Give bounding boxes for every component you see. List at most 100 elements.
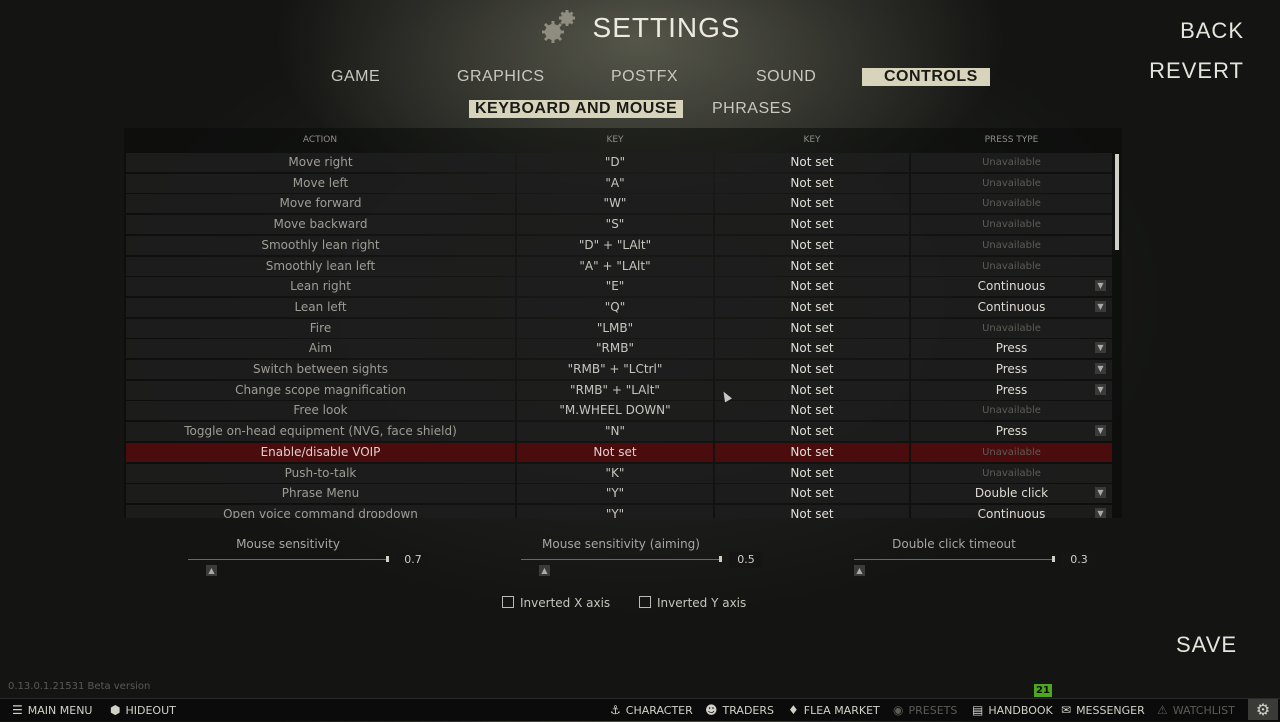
- aiming-sensitivity-slider[interactable]: Mouse sensitivity (aiming) 0.5 ▲: [521, 537, 781, 577]
- chevron-down-icon[interactable]: ▼: [1095, 280, 1106, 292]
- alt-key-cell[interactable]: Not set: [715, 380, 909, 400]
- key-cell[interactable]: "A" + "LAlt": [517, 256, 713, 276]
- chevron-down-icon[interactable]: ▼: [1095, 342, 1106, 354]
- watchlist-button[interactable]: ⚠ WATCHLIST: [1157, 699, 1235, 721]
- alt-key-cell[interactable]: Not set: [715, 297, 909, 317]
- alt-key-cell[interactable]: Not set: [715, 339, 909, 359]
- slider-track[interactable]: [854, 559, 1054, 560]
- inverted-y-checkbox[interactable]: Inverted Y axis: [639, 596, 746, 610]
- key-cell[interactable]: "W": [517, 194, 713, 214]
- table-row[interactable]: Smoothly lean left "A" + "LAlt" Not set Una…: [126, 256, 1112, 276]
- back-button[interactable]: BACK: [1180, 18, 1244, 44]
- alt-key-cell[interactable]: Not set: [715, 484, 909, 504]
- chevron-down-icon[interactable]: ▼: [1095, 363, 1106, 374]
- alt-key-cell[interactable]: Not set: [715, 442, 909, 462]
- press-type-cell[interactable]: Press ▼: [911, 339, 1112, 359]
- table-row[interactable]: Fire "LMB" Not set Unavailable: [126, 318, 1112, 338]
- table-row[interactable]: Smoothly lean right "D" + "LAlt" Not set Un…: [126, 235, 1112, 255]
- key-cell[interactable]: Not set: [517, 442, 713, 462]
- alt-key-cell[interactable]: Not set: [715, 504, 909, 518]
- press-type-cell[interactable]: Continuous ▼: [911, 504, 1112, 518]
- slider-value[interactable]: 0.7: [396, 552, 430, 568]
- tab-controls[interactable]: CONTROLS: [862, 68, 990, 86]
- main-menu-button[interactable]: ☰ MAIN MENU: [12, 699, 92, 721]
- stepper-up-icon[interactable]: ▲: [854, 565, 865, 576]
- slider-track[interactable]: [188, 559, 388, 560]
- key-cell[interactable]: "M.WHEEL DOWN": [517, 401, 713, 421]
- inverted-x-checkbox[interactable]: Inverted X axis: [502, 596, 610, 610]
- key-cell[interactable]: "Y": [517, 504, 713, 518]
- key-cell[interactable]: "RMB": [517, 339, 713, 359]
- table-scrollbar[interactable]: [1115, 154, 1119, 250]
- key-cell[interactable]: "D" + "LAlt": [517, 235, 713, 255]
- chevron-down-icon[interactable]: ▼: [1095, 383, 1106, 395]
- table-row[interactable]: Move backward "S" Not set Unavailable: [126, 215, 1112, 235]
- table-row[interactable]: Move forward "W" Not set Unavailable: [126, 194, 1112, 214]
- table-row[interactable]: Push-to-talk "K" Not set Unavailable: [126, 463, 1112, 483]
- slider-handle[interactable]: [719, 556, 722, 562]
- checkbox-box[interactable]: [502, 596, 514, 608]
- key-cell[interactable]: "D": [517, 153, 713, 172]
- handbook-button[interactable]: ▤ HANDBOOK: [972, 699, 1053, 721]
- key-cell[interactable]: "LMB": [517, 318, 713, 338]
- table-row[interactable]: Free look "M.WHEEL DOWN" Not set Unavailabl…: [126, 401, 1112, 421]
- alt-key-cell[interactable]: Not set: [715, 173, 909, 193]
- chevron-down-icon[interactable]: ▼: [1095, 487, 1106, 499]
- key-cell[interactable]: "RMB" + "LAlt": [517, 380, 713, 400]
- table-row[interactable]: Lean right "E" Not set Continuous ▼: [126, 277, 1112, 297]
- key-cell[interactable]: "RMB" + "LCtrl": [517, 360, 713, 379]
- alt-key-cell[interactable]: Not set: [715, 318, 909, 338]
- tab-postfx[interactable]: POSTFX: [611, 68, 678, 86]
- traders-button[interactable]: ☻ TRADERS: [705, 699, 774, 721]
- slider-handle[interactable]: [1052, 556, 1055, 562]
- slider-track[interactable]: [521, 559, 721, 560]
- key-cell[interactable]: "Q": [517, 297, 713, 317]
- press-type-cell[interactable]: Continuous ▼: [911, 277, 1112, 297]
- press-type-cell[interactable]: Press ▼: [911, 380, 1112, 400]
- key-cell[interactable]: "A": [517, 173, 713, 193]
- checkbox-box[interactable]: [639, 596, 651, 608]
- stepper-up-icon[interactable]: ▲: [539, 565, 550, 576]
- tab-sound[interactable]: SOUND: [756, 68, 816, 86]
- save-button[interactable]: SAVE: [1176, 632, 1237, 658]
- double-click-timeout-slider[interactable]: Double click timeout 0.3 ▲: [854, 537, 1114, 577]
- press-type-cell[interactable]: Press ▼: [911, 360, 1112, 379]
- press-type-cell[interactable]: Double click ▼: [911, 484, 1112, 504]
- key-cell[interactable]: "N": [517, 422, 713, 442]
- alt-key-cell[interactable]: Not set: [715, 235, 909, 255]
- chevron-down-icon[interactable]: ▼: [1095, 300, 1106, 312]
- alt-key-cell[interactable]: Not set: [715, 256, 909, 276]
- flea-market-button[interactable]: ♦ FLEA MARKET: [788, 699, 880, 721]
- table-row[interactable]: Change scope magnification "RMB" + "LAlt"…: [126, 380, 1112, 400]
- hideout-button[interactable]: ⬢ HIDEOUT: [110, 699, 176, 721]
- key-cell[interactable]: "S": [517, 215, 713, 235]
- tab-keyboard-and-mouse[interactable]: KEYBOARD AND MOUSE: [469, 100, 684, 118]
- chevron-down-icon[interactable]: ▼: [1095, 507, 1106, 518]
- table-row[interactable]: Open voice command dropdown "Y" Not set Con…: [126, 504, 1112, 518]
- messenger-button[interactable]: ✉ MESSENGER: [1061, 699, 1145, 721]
- slider-value[interactable]: 0.5: [729, 552, 763, 568]
- table-row[interactable]: Aim "RMB" Not set Press ▼: [126, 339, 1112, 359]
- stepper-up-icon[interactable]: ▲: [206, 565, 217, 576]
- chevron-down-icon[interactable]: ▼: [1095, 425, 1106, 437]
- alt-key-cell[interactable]: Not set: [715, 422, 909, 442]
- table-row[interactable]: Move right "D" Not set Unavailable: [126, 153, 1112, 172]
- alt-key-cell[interactable]: Not set: [715, 360, 909, 379]
- key-cell[interactable]: "E": [517, 277, 713, 297]
- alt-key-cell[interactable]: Not set: [715, 153, 909, 172]
- table-row[interactable]: Switch between sights "RMB" + "LCtrl" Not …: [126, 360, 1112, 379]
- press-type-cell[interactable]: Continuous ▼: [911, 297, 1112, 317]
- alt-key-cell[interactable]: Not set: [715, 463, 909, 483]
- key-cell[interactable]: "Y": [517, 484, 713, 504]
- key-cell[interactable]: "K": [517, 463, 713, 483]
- table-row[interactable]: Phrase Menu "Y" Not set Double click ▼: [126, 484, 1112, 504]
- table-row[interactable]: Enable/disable VOIP Not set Not set Unavail…: [126, 442, 1112, 462]
- alt-key-cell[interactable]: Not set: [715, 215, 909, 235]
- alt-key-cell[interactable]: Not set: [715, 277, 909, 297]
- press-type-cell[interactable]: Press ▼: [911, 422, 1112, 442]
- table-row[interactable]: Lean left "Q" Not set Continuous ▼: [126, 297, 1112, 317]
- presets-button[interactable]: ◉ PRESETS: [893, 699, 957, 721]
- table-row[interactable]: Toggle on-head equipment (NVG, face shie…: [126, 422, 1112, 442]
- tab-game[interactable]: GAME: [331, 68, 380, 86]
- alt-key-cell[interactable]: Not set: [715, 401, 909, 421]
